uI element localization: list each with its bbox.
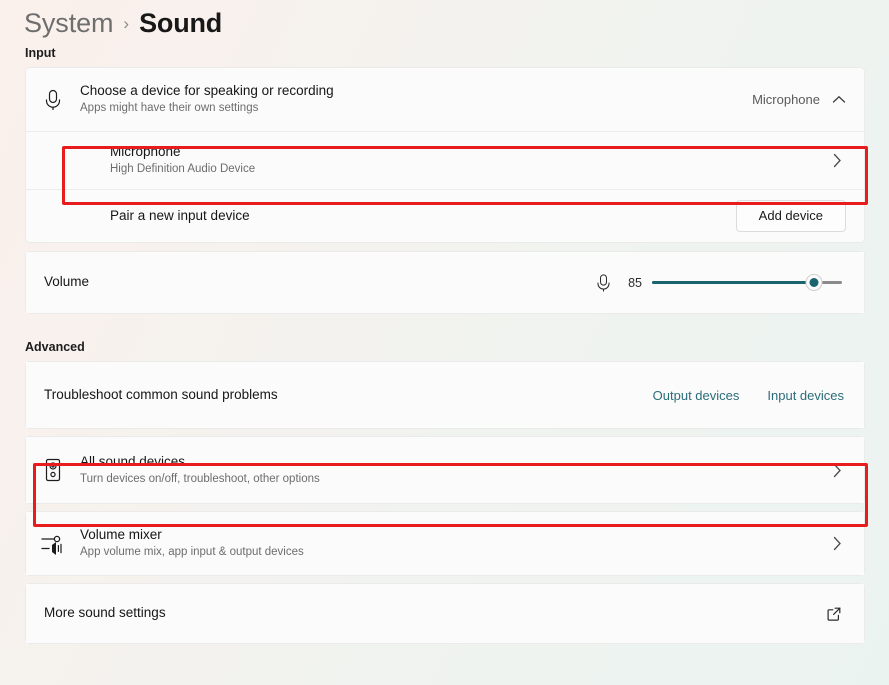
microphone-icon — [26, 89, 80, 111]
microphone-device-subtitle: High Definition Audio Device — [110, 163, 256, 176]
link-input-devices[interactable]: Input devices — [767, 388, 844, 403]
chevron-right-icon[interactable] — [833, 153, 846, 168]
microphone-device-row[interactable]: Microphone High Definition Audio Device — [26, 131, 864, 189]
add-device-button[interactable]: Add device — [735, 199, 846, 233]
chevron-right-icon[interactable] — [833, 536, 846, 551]
pair-new-device-title: Pair a new input device — [110, 207, 250, 223]
chevron-right-icon[interactable] — [833, 463, 846, 478]
all-sound-devices-title: All sound devices — [80, 453, 186, 469]
breadcrumb: System › Sound — [0, 0, 889, 46]
volume-mixer-subtitle: App volume mix, app input & output devic… — [80, 546, 304, 559]
choose-device-row[interactable]: Choose a device for speaking or recordin… — [26, 68, 864, 131]
volume-card: Volume 85 — [25, 251, 865, 314]
more-sound-settings-title: More sound settings — [44, 605, 166, 621]
section-label-input: Input — [25, 46, 56, 60]
pair-new-device-row: Pair a new input device Add device — [26, 189, 864, 242]
troubleshoot-card: Troubleshoot common sound problems Outpu… — [25, 361, 865, 429]
volume-label: Volume — [44, 274, 90, 290]
volume-mixer-card[interactable]: Volume mixer App volume mix, app input &… — [25, 511, 865, 576]
volume-slider[interactable] — [652, 274, 842, 292]
section-label-advanced: Advanced — [25, 340, 85, 354]
breadcrumb-system[interactable]: System — [24, 8, 114, 39]
volume-mixer-title: Volume mixer — [80, 527, 162, 542]
troubleshoot-title: Troubleshoot common sound problems — [44, 386, 278, 402]
chevron-up-icon[interactable] — [832, 95, 846, 104]
volume-mixer-icon — [26, 532, 80, 556]
more-sound-settings-card[interactable]: More sound settings — [25, 583, 865, 644]
speaker-device-icon — [26, 458, 80, 482]
choose-device-title: Choose a device for speaking or recordin… — [80, 83, 334, 98]
all-sound-devices-subtitle: Turn devices on/off, troubleshoot, other… — [80, 472, 320, 485]
external-link-icon[interactable] — [826, 606, 842, 622]
settings-page: System › Sound Input Choose a device for… — [0, 0, 889, 685]
input-card-group: Choose a device for speaking or recordin… — [25, 67, 865, 243]
slider-thumb[interactable] — [805, 274, 822, 291]
choose-device-subtitle: Apps might have their own settings — [80, 102, 259, 115]
link-output-devices[interactable]: Output devices — [653, 388, 740, 403]
volume-value: 85 — [628, 275, 642, 290]
page-title: Sound — [139, 8, 223, 38]
microphone-device-title: Microphone — [110, 144, 181, 159]
microphone-icon — [595, 273, 612, 293]
slider-fill — [652, 281, 814, 284]
all-sound-devices-card[interactable]: All sound devices Turn devices on/off, t… — [25, 436, 865, 504]
breadcrumb-separator-icon: › — [123, 14, 130, 33]
choose-device-selected-value[interactable]: Microphone — [752, 92, 820, 107]
